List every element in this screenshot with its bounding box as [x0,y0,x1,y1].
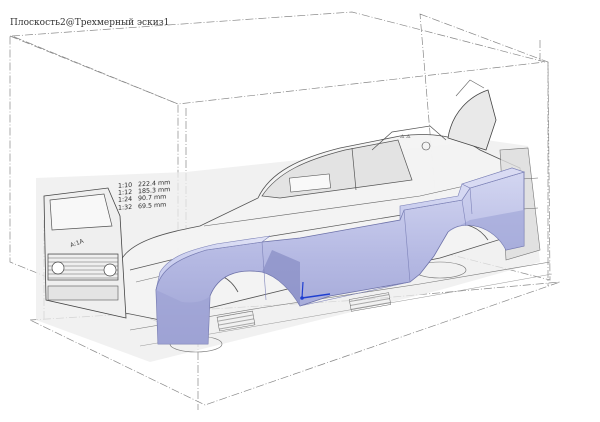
model-canvas[interactable]: ⚠ ⚠ [0,0,600,422]
sketch-plane-label[interactable]: Плоскость2@Трехмерный эскиз1 [10,18,169,28]
svg-text:⚠ ⚠: ⚠ ⚠ [400,134,411,140]
scale-ratio: 1:32 [118,203,133,212]
scale-table: 1:10 222.4 mm 1:12 185.3 mm 1:24 90.7 mm… [118,179,170,211]
graphics-viewport[interactable]: ⚠ ⚠ Плоскость2@Трехмерный эскиз1 1:10 22… [0,0,600,422]
